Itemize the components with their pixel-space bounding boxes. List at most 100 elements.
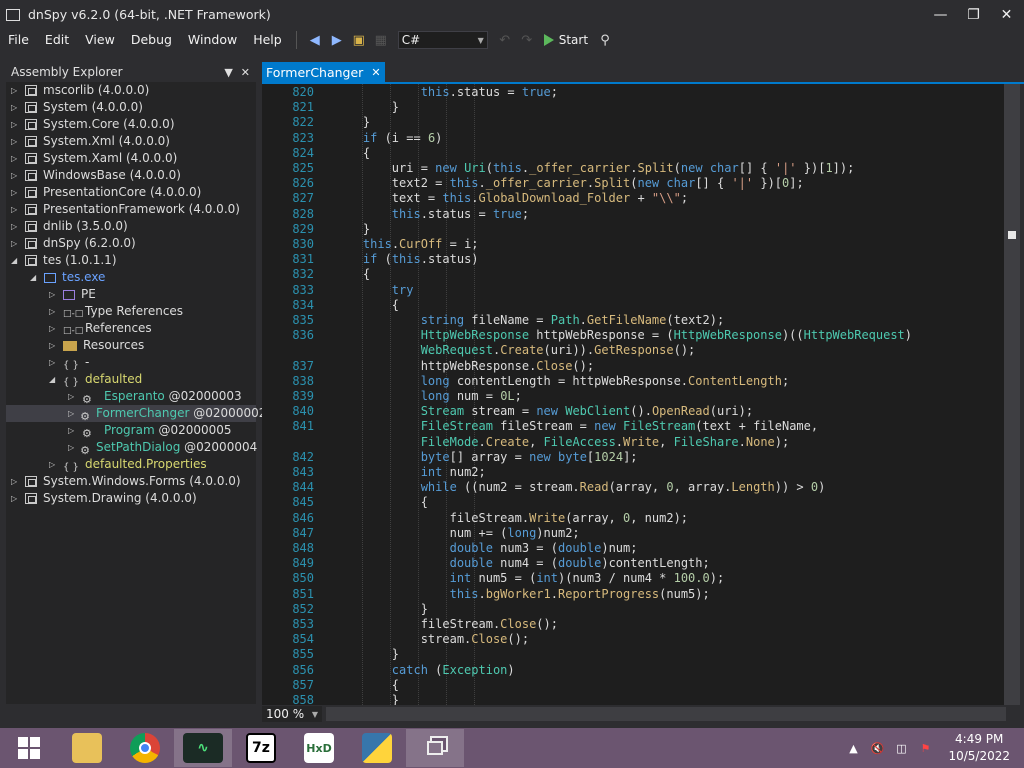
code-line[interactable]: 821 } [262,99,1004,115]
code-line[interactable]: 858 } [262,692,1004,705]
code-line[interactable]: 831 if (this.status) [262,251,1004,267]
code-line[interactable]: 840 Stream stream = new WebClient().Open… [262,403,1004,419]
code-line[interactable]: 853 fileStream.Close(); [262,616,1004,632]
tree-node[interactable]: ▷ PresentationFramework (4.0.0.0) [6,201,256,218]
code-line[interactable]: 855 } [262,646,1004,662]
expand-icon[interactable]: ▷ [49,358,57,368]
expand-icon[interactable]: ▷ [11,171,19,181]
save-icon[interactable]: ▦ [370,29,392,51]
tree-node[interactable]: ▷ □-□ Type References [6,303,256,320]
expand-icon[interactable]: ▷ [49,460,57,470]
tree-node-class[interactable]: ▷ ⚙ Esperanto @02000003 [6,388,256,406]
taskbar-file-explorer[interactable] [58,729,116,767]
start-debugging-button[interactable]: Start [538,33,594,47]
expand-icon[interactable]: ▷ [11,205,19,215]
code-line[interactable]: 857 { [262,677,1004,693]
panel-menu-icon[interactable]: ▼ [224,66,232,79]
open-folder-icon[interactable]: ▣ [348,29,370,51]
expand-icon[interactable]: ▷ [11,188,19,198]
tree-node[interactable]: ▷ dnSpy (6.2.0.0) [6,235,256,252]
code-line[interactable]: 844 while ((num2 = stream.Read(array, 0,… [262,479,1004,495]
tree-node[interactable]: ▷{ } - [6,354,256,371]
maximize-button[interactable]: ❐ [957,0,990,29]
code-line[interactable]: 841 FileStream fileStream = new FileStre… [262,418,1004,434]
taskbar-system-monitor[interactable]: ∿ [174,729,232,767]
expand-icon[interactable]: ▷ [11,494,19,504]
code-line[interactable]: 825 uri = new Uri(this._offer_carrier.Sp… [262,160,1004,176]
expand-icon[interactable]: ▷ [11,103,19,113]
expand-icon[interactable]: ▷ [49,307,57,317]
expand-icon[interactable]: ▷ [11,222,19,232]
tree-node[interactable]: ▷ PE [6,286,256,303]
code-line[interactable]: 845 { [262,494,1004,510]
code-line[interactable]: 848 double num3 = (double)num; [262,540,1004,556]
tree-node[interactable]: ▷ System.Windows.Forms (4.0.0.0) [6,473,256,490]
tree-node[interactable]: ▷ mscorlib (4.0.0.0) [6,82,256,99]
code-line[interactable]: 839 long num = 0L; [262,388,1004,404]
action-center-flag-icon[interactable]: ⚑ [916,742,934,755]
expand-icon[interactable]: ▷ [68,409,74,419]
scrollbar-thumb[interactable] [1008,231,1016,239]
volume-muted-icon[interactable]: 🔇 [868,742,886,755]
tree-node[interactable]: ▷ PresentationCore (4.0.0.0) [6,184,256,201]
code-line[interactable]: 833 try [262,282,1004,298]
expand-icon[interactable]: ▷ [68,443,74,453]
code-line[interactable]: 834 { [262,297,1004,313]
expand-icon[interactable]: ▷ [49,341,57,351]
close-window-button[interactable]: ✕ [990,0,1023,29]
tree-node[interactable]: ▷ System.Xaml (4.0.0.0) [6,150,256,167]
tree-node-tes[interactable]: ◢ tes (1.0.1.1) [6,252,256,269]
menu-debug[interactable]: Debug [123,29,180,51]
tree-node-class-selected[interactable]: ▷ ⚙ FormerChanger @02000002 [6,405,266,423]
tree-node[interactable]: ▷ Resources [6,337,256,354]
code-line[interactable]: 852 } [262,601,1004,617]
tree-node[interactable]: ▷{ } defaulted.Properties [6,456,256,473]
code-line[interactable]: 849 double num4 = (double)contentLength; [262,555,1004,571]
taskbar-hxd[interactable]: HxD [290,729,348,767]
collapse-icon[interactable]: ◢ [11,256,19,266]
code-line[interactable]: 829 } [262,221,1004,237]
expand-icon[interactable]: ▷ [49,324,57,334]
expand-icon[interactable]: ▷ [11,239,19,249]
code-line[interactable]: 823 if (i == 6) [262,130,1004,146]
code-line[interactable]: 826 text2 = this._offer_carrier.Split(ne… [262,175,1004,191]
search-icon[interactable]: ⚲ [594,29,616,51]
tree-node-tes-exe[interactable]: ◢ tes.exe [6,269,256,286]
tree-node[interactable]: ▷ System.Core (4.0.0.0) [6,116,256,133]
menu-window[interactable]: Window [180,29,245,51]
code-line[interactable]: 828 this.status = true; [262,206,1004,222]
network-icon[interactable]: ◫ [892,742,910,755]
horizontal-scrollbar[interactable] [326,707,1006,721]
taskbar-chrome[interactable] [116,729,174,767]
tree-node[interactable]: ▷ System.Drawing (4.0.0.0) [6,490,256,507]
code-line[interactable]: 838 long contentLength = httpWebResponse… [262,373,1004,389]
expand-icon[interactable]: ▷ [11,154,19,164]
code-editor[interactable]: 820 this.status = true; 821 } 822 } 823 if … [262,84,1004,705]
tree-node[interactable]: ▷ System.Xml (4.0.0.0) [6,133,256,150]
code-line[interactable]: 820 this.status = true; [262,84,1004,100]
code-line[interactable]: 836 HttpWebResponse httpWebResponse = (H… [262,327,1004,343]
tree-node[interactable]: ▷ □-□ References [6,320,256,337]
taskbar-python[interactable] [348,729,406,767]
tab-formerchanger[interactable]: FormerChanger ✕ [262,62,385,82]
taskbar-dnspy[interactable] [406,729,464,767]
taskbar-7zip[interactable]: 7z [232,729,290,767]
tree-node[interactable]: ▷ dnlib (3.5.0.0) [6,218,256,235]
menu-help[interactable]: Help [245,29,290,51]
code-line[interactable]: 822 } [262,114,1004,130]
code-line[interactable]: 824 { [262,145,1004,161]
code-line[interactable]: 856 catch (Exception) [262,662,1004,678]
code-line[interactable]: 837 httpWebResponse.Close(); [262,358,1004,374]
code-line[interactable]: FileMode.Create, FileAccess.Write, FileS… [262,434,1004,450]
undo-icon[interactable]: ↶ [494,29,516,51]
close-panel-icon[interactable]: ✕ [241,66,250,79]
code-line[interactable]: 835 string fileName = Path.GetFileName(t… [262,312,1004,328]
tree-node[interactable]: ▷ System (4.0.0.0) [6,99,256,116]
language-select[interactable]: C# ▼ [397,31,488,49]
expand-icon[interactable]: ▷ [49,290,57,300]
zoom-select[interactable]: 100 % ▼ [262,706,322,722]
collapse-icon[interactable]: ◢ [30,273,38,283]
start-menu-button[interactable] [0,729,58,767]
tree-node-defaulted[interactable]: ◢{ } defaulted [6,371,256,388]
menu-file[interactable]: File [0,29,37,51]
